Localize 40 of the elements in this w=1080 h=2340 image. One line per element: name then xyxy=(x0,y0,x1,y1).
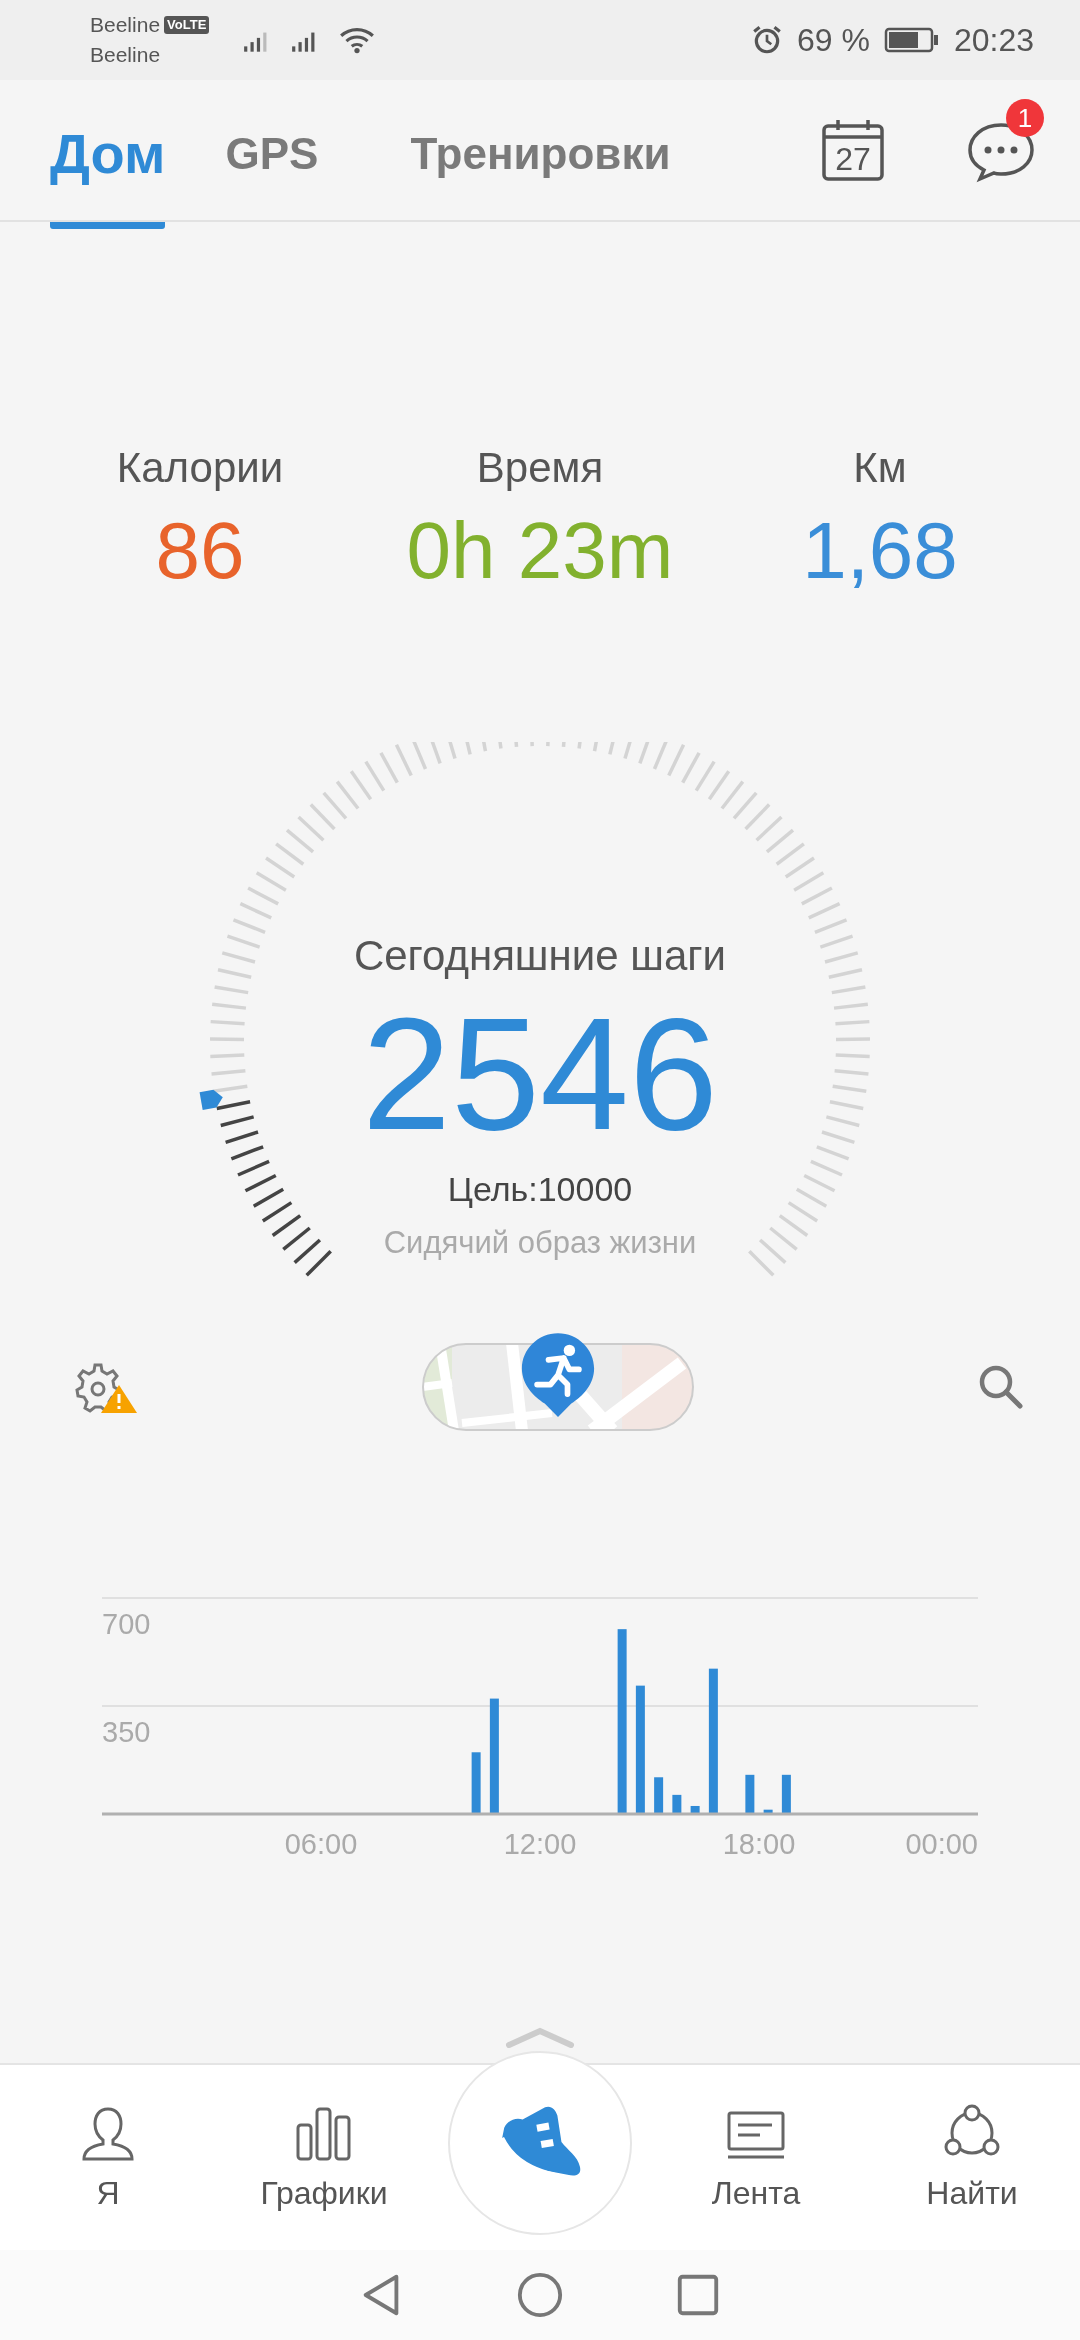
nav-item[interactable]: Графики xyxy=(216,2065,432,2250)
chart-bar xyxy=(672,1794,682,1814)
stat-value: 86 xyxy=(155,506,245,596)
nav-item[interactable]: Я xyxy=(0,2065,216,2250)
axis-label: 12:00 xyxy=(503,1828,577,1860)
axis-label: 700 xyxy=(102,1608,151,1640)
chart-bar xyxy=(471,1752,481,1814)
tab[interactable]: Тренировки xyxy=(410,88,683,222)
alarm-icon xyxy=(751,24,783,56)
notification-badge: 1 xyxy=(1006,99,1044,137)
battery-percent: 69 % xyxy=(797,21,870,59)
nav-item[interactable]: Лента xyxy=(648,2065,864,2250)
network-badge: VoLTE xyxy=(164,16,210,34)
axis-label: 350 xyxy=(102,1716,151,1748)
stat-label: Калории xyxy=(116,444,284,492)
tab[interactable]: GPS xyxy=(225,88,331,222)
home-icon[interactable] xyxy=(516,2271,564,2319)
stat-value: 0h 23m xyxy=(406,506,674,596)
wifi-icon xyxy=(338,25,376,55)
activity-level: Сидячий образ жизни xyxy=(383,1225,697,1261)
stat-label: Км xyxy=(853,444,907,492)
stat-label: Время xyxy=(476,444,604,492)
carrier-name: Beeline xyxy=(90,42,162,68)
chart-bar xyxy=(745,1774,755,1814)
step-goal: Цель:10000 xyxy=(447,1170,633,1209)
battery-icon xyxy=(883,26,940,54)
carrier-name: Beeline xyxy=(90,12,161,38)
chart-bar xyxy=(763,1809,773,1814)
nav-item[interactable]: Найти xyxy=(864,2065,1080,2250)
clock-time: 20:23 xyxy=(953,21,1034,59)
axis-label: 18:00 xyxy=(722,1828,796,1860)
chart-bar xyxy=(690,1806,700,1814)
axis-label: 06:00 xyxy=(284,1828,358,1860)
axis-label: 00:00 xyxy=(905,1828,978,1860)
stat-value: 1,68 xyxy=(802,506,958,596)
gauge-marker xyxy=(199,1089,223,1110)
gauge-title: Сегодняшние шаги xyxy=(353,932,727,980)
chart-bar xyxy=(654,1777,664,1814)
step-count: 2546 xyxy=(362,984,718,1164)
chart-bar xyxy=(781,1774,791,1814)
